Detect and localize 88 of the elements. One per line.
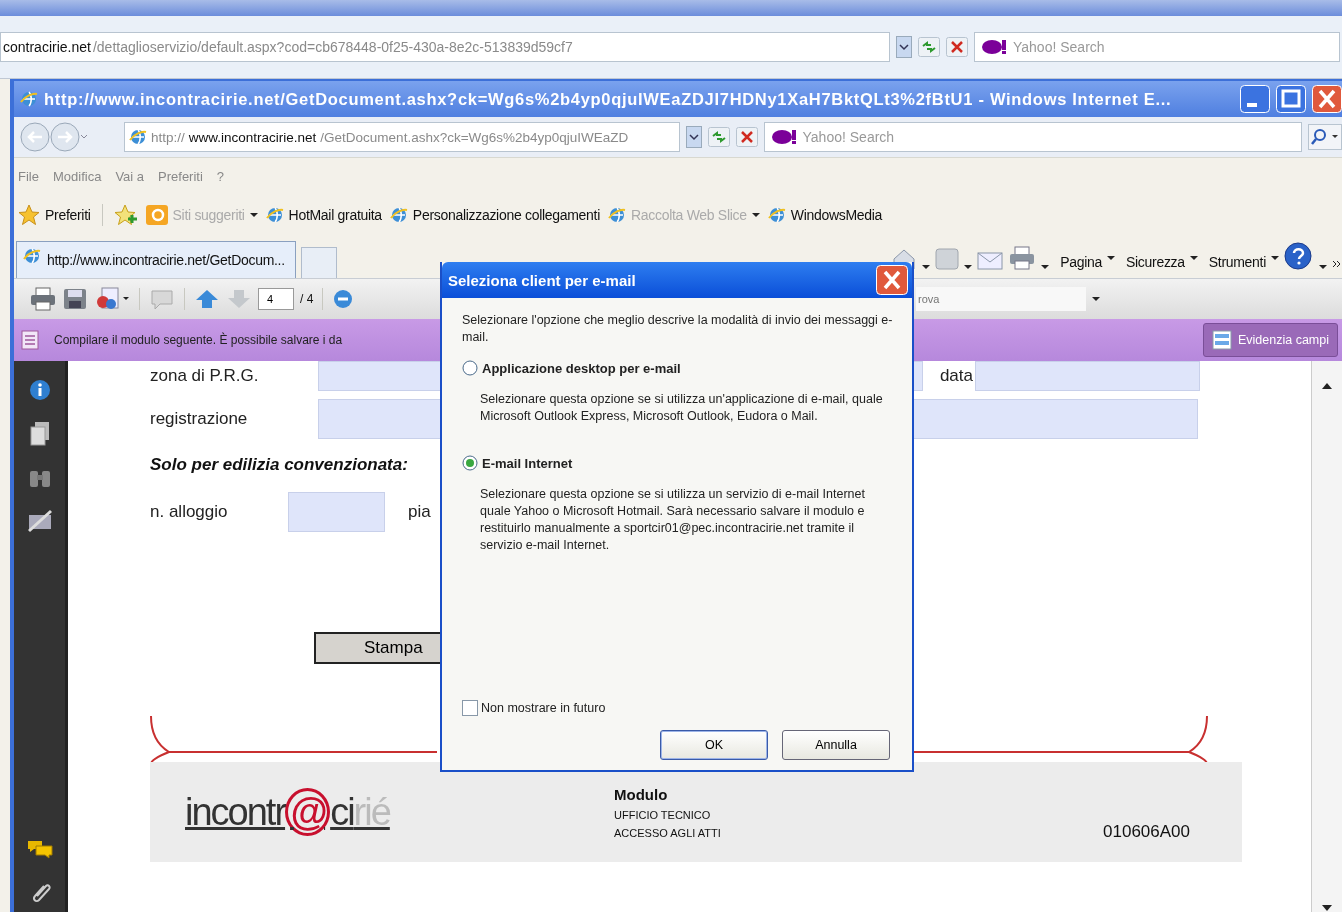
dialog-title: Seleziona client per e-mail <box>448 271 636 289</box>
caret-icon <box>1189 255 1198 261</box>
form-icon <box>20 330 40 350</box>
address-field[interactable]: http:// www.incontracirie.net /GetDocument.ashx?ck=Wg6s%2b4yp0qjuIWEaZD <box>124 122 680 152</box>
printer-icon[interactable] <box>1008 246 1037 270</box>
minimize-button[interactable] <box>1240 85 1270 113</box>
page-count: / 4 <box>300 292 314 306</box>
field-label: pia <box>408 502 431 522</box>
star-icon <box>18 204 40 226</box>
printer-icon[interactable] <box>30 287 56 311</box>
form-subtitle: UFFICIO TECNICO <box>614 808 712 821</box>
scroll-up-icon[interactable] <box>1320 381 1334 391</box>
caret-icon <box>1319 264 1327 270</box>
dropdown-button[interactable] <box>896 36 912 58</box>
caret-icon <box>249 212 258 218</box>
close-button[interactable] <box>876 265 908 295</box>
pages-icon[interactable] <box>28 421 51 447</box>
document-share-icon[interactable] <box>94 287 130 311</box>
refresh-icon[interactable] <box>707 127 730 147</box>
field-label: registrazione <box>150 409 249 429</box>
browser-globe-icon <box>129 128 147 146</box>
favorites-link[interactable]: HotMail gratuita <box>265 206 382 224</box>
caret-icon <box>1041 264 1050 270</box>
option-description: Selezionare questa opzione se si utilizza un'applicazione di e-mail, quale Microsoft Outlook Express, Microsoft Outlook, Eudora o Mail. <box>480 391 884 425</box>
form-subtitle: ACCESSO AGLI ATTI <box>614 826 721 839</box>
dialog-button[interactable]: Annulla <box>782 730 890 760</box>
maximize-button[interactable] <box>1276 85 1306 113</box>
input-field[interactable] <box>288 492 385 532</box>
scrollbar[interactable] <box>1311 361 1342 912</box>
browser-globe-icon <box>608 206 626 224</box>
close-button[interactable] <box>1312 85 1342 113</box>
highlight-fields-button[interactable]: Evidenzia campi <box>1203 323 1338 357</box>
command-menu[interactable]: Pagina <box>1060 254 1115 270</box>
scroll-down-icon[interactable] <box>1320 904 1334 912</box>
browser-globe-icon <box>767 206 786 224</box>
form-title: Modulo <box>614 785 669 803</box>
page-number-field[interactable]: 4 <box>258 288 294 310</box>
caret-icon <box>1107 255 1115 261</box>
caret-icon <box>751 212 760 218</box>
field-label: data <box>938 366 974 386</box>
form-notice-text: Compilare il modulo seguente. È possibile salvare i da <box>54 333 343 347</box>
input-field[interactable] <box>975 361 1200 391</box>
browser-globe-icon <box>265 206 284 224</box>
field-label: zona di P.R.G. <box>150 366 260 386</box>
favorites-link[interactable]: WindowsMedia <box>767 206 883 224</box>
window-title: http://www.incontracirie.net/GetDocument.ashx?ck=Wg6s%2b4yp0qjuIWEaZDJI7HDNy1XaH7BktQLt3%2fBtU1 - Windows Internet E... <box>44 89 1173 109</box>
browser-globe-icon <box>20 90 38 108</box>
find-field[interactable]: rova <box>916 287 1086 311</box>
form-code: 010606A00 <box>1103 822 1190 842</box>
checkbox[interactable]: Non mostrare in futuro <box>462 700 606 716</box>
save-icon[interactable] <box>62 287 88 311</box>
radio-option[interactable]: E-mail Internet <box>462 455 573 471</box>
favorites-link[interactable]: Personalizzazione collegamenti <box>389 206 600 224</box>
command-menu[interactable]: Strumenti <box>1208 254 1279 270</box>
section-heading: Solo per edilizia convenzionata: <box>150 455 408 475</box>
field-label: n. alloggio <box>150 502 229 522</box>
browser-globe-icon <box>389 206 408 224</box>
refresh-icon[interactable] <box>918 37 940 57</box>
stop-icon[interactable] <box>735 127 758 147</box>
option-description: Selezionare questa opzione se si utilizza un servizio di e-mail Internet quale Yahoo o Microsoft Hotmail. Sarà necessario salvare il modulo e restituirlo manualmente a sportcir01@pec.incontracirie.net tramite il servizio e-mail Internet. <box>480 486 866 554</box>
favorites-button[interactable]: Preferiti <box>18 204 91 226</box>
browser-tab[interactable]: http://www.incontracirie.net/GetDocum... <box>16 241 296 278</box>
add-favorite-icon[interactable] <box>113 204 138 226</box>
zoom-out-icon[interactable] <box>332 288 355 310</box>
comments-icon[interactable] <box>26 838 53 860</box>
chevron-icon[interactable] <box>1332 260 1342 270</box>
caret-icon <box>1092 296 1100 302</box>
command-menu[interactable]: Sicurezza <box>1126 254 1198 270</box>
help-icon[interactable] <box>1284 242 1314 270</box>
dropdown-button[interactable] <box>685 126 702 148</box>
address-field[interactable]: contracirie.net/dettaglioservizio/default.aspx?cod=cb678448-0f25-430a-8e2c-513839d59cf7 <box>0 32 890 62</box>
stop-icon[interactable] <box>946 37 968 57</box>
fields-icon <box>1212 330 1232 350</box>
caret-icon <box>922 264 931 270</box>
caret-icon <box>1271 255 1279 261</box>
radio-button[interactable] <box>462 360 478 376</box>
info-icon[interactable] <box>28 379 51 401</box>
search-button[interactable] <box>1308 124 1342 150</box>
radio-option[interactable]: Applicazione desktop per e-mail <box>462 360 681 376</box>
yahoo-logo-icon <box>770 129 797 145</box>
caret-icon <box>964 264 973 270</box>
dialog-button[interactable]: OK <box>660 730 768 760</box>
radio-button[interactable] <box>462 455 478 471</box>
dialog-text: Selezionare l'opzione che meglio descrive la modalità di invio dei messaggi e-mail. <box>462 312 894 346</box>
yahoo-logo-icon <box>981 39 1007 55</box>
up-arrow-icon[interactable] <box>194 287 220 311</box>
browser-globe-icon <box>23 247 41 265</box>
bing-logo-icon <box>145 205 168 225</box>
